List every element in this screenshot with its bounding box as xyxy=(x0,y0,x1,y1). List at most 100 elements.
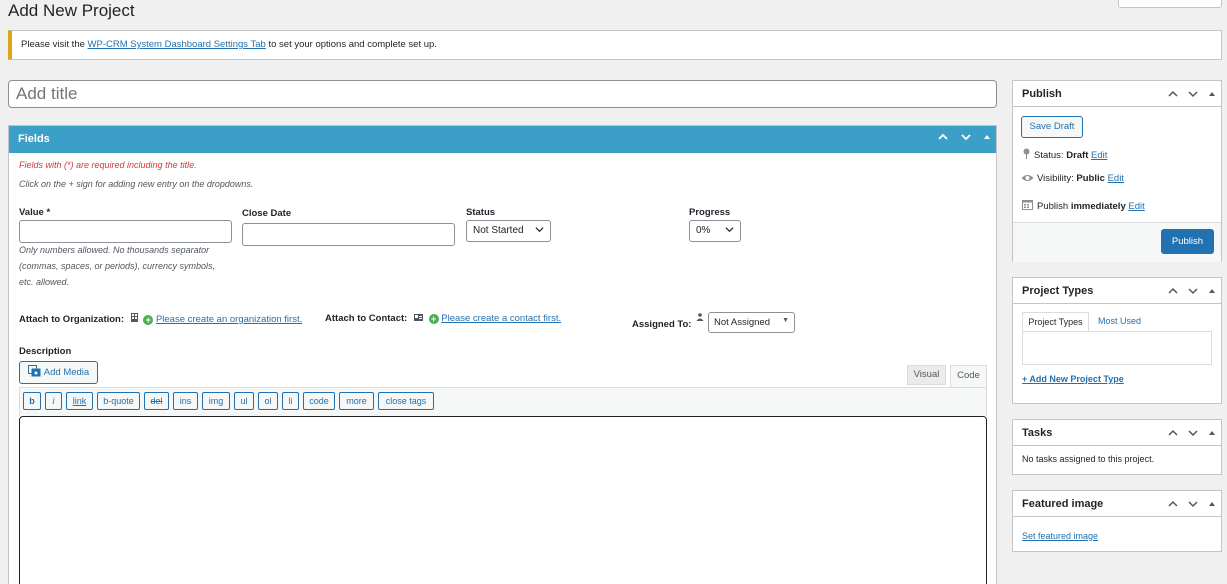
project-types-header[interactable]: Project Types xyxy=(1013,278,1221,304)
quicktag-link[interactable]: link xyxy=(66,392,93,410)
quicktag-italic[interactable]: i xyxy=(45,392,62,410)
notice-prefix: Please visit the xyxy=(21,39,88,50)
settings-tab-link[interactable]: WP-CRM System Dashboard Settings Tab xyxy=(88,39,266,50)
move-up-icon[interactable] xyxy=(1167,88,1179,103)
title-input[interactable] xyxy=(8,80,997,108)
move-up-icon[interactable] xyxy=(937,131,949,146)
contact-card-icon xyxy=(413,313,423,324)
value-label: Value * xyxy=(19,207,51,218)
collapse-icon[interactable] xyxy=(1208,427,1216,442)
tab-code[interactable]: Code xyxy=(950,365,987,387)
assigned-selected-value: Not Assigned xyxy=(714,317,770,328)
project-types-checklist xyxy=(1022,331,1212,365)
add-circle-icon[interactable]: + xyxy=(428,314,439,324)
edit-visibility-link[interactable]: Edit xyxy=(1108,173,1124,184)
publish-time-label: Publish xyxy=(1037,201,1071,212)
calendar-icon xyxy=(1022,200,1033,213)
setup-notice: Please visit the WP-CRM System Dashboard… xyxy=(8,30,1222,60)
tab-code-label: Code xyxy=(957,370,980,381)
quicktags-toolbar: b i link b-quote del ins img ul ol li co… xyxy=(19,387,987,416)
move-down-icon[interactable] xyxy=(1187,88,1199,103)
collapse-icon[interactable] xyxy=(1208,285,1216,300)
edit-status-link[interactable]: Edit xyxy=(1091,150,1107,161)
collapse-icon[interactable] xyxy=(1208,88,1216,103)
quicktag-ol[interactable]: ol xyxy=(258,392,278,410)
eye-icon xyxy=(1021,174,1034,185)
create-organization-link[interactable]: Please create an organization first. xyxy=(156,314,302,325)
status-label: Status xyxy=(466,207,496,218)
add-new-project-type-link[interactable]: + Add New Project Type xyxy=(1022,374,1124,384)
attach-contact-label: Attach to Contact: xyxy=(325,313,408,324)
publish-actions: Publish xyxy=(1013,222,1221,262)
quicktag-ul[interactable]: ul xyxy=(234,392,254,410)
assigned-to-label: Assigned To: xyxy=(632,319,692,330)
no-tasks-text: No tasks assigned to this project. xyxy=(1022,454,1155,464)
quicktag-bold[interactable]: b xyxy=(23,392,41,410)
tab-all-project-types[interactable]: Project Types xyxy=(1022,312,1089,331)
move-down-icon[interactable] xyxy=(1187,498,1199,513)
value-note: Only numbers allowed. No thousands separ… xyxy=(19,242,215,290)
publish-header[interactable]: Publish xyxy=(1013,81,1221,107)
building-icon xyxy=(130,313,138,325)
quicktag-bquote[interactable]: b-quote xyxy=(97,392,140,410)
quicktag-code[interactable]: code xyxy=(303,392,335,410)
move-down-icon[interactable] xyxy=(1187,285,1199,300)
featured-image-header[interactable]: Featured image xyxy=(1013,491,1221,517)
tab-visual[interactable]: Visual xyxy=(907,365,946,385)
chevron-down-icon xyxy=(535,225,544,237)
move-up-icon[interactable] xyxy=(1167,498,1179,513)
assigned-to-select[interactable]: Not Assigned ▼ xyxy=(708,312,795,333)
status-selected-value: Not Started xyxy=(473,225,524,236)
move-down-icon[interactable] xyxy=(960,131,972,146)
move-up-icon[interactable] xyxy=(1167,427,1179,442)
tab-most-used[interactable]: Most Used xyxy=(1098,316,1141,326)
project-types-metabox: Project Types Project Types Most Used + … xyxy=(1012,277,1222,404)
fields-header[interactable]: Fields xyxy=(9,126,996,153)
close-date-input[interactable] xyxy=(242,223,455,246)
value-note-line: Only numbers allowed. No thousands separ… xyxy=(19,245,210,255)
tab-visual-label: Visual xyxy=(913,369,940,380)
quicktag-li[interactable]: li xyxy=(282,392,299,410)
fields-heading: Fields xyxy=(18,133,50,145)
quicktag-close-tags[interactable]: close tags xyxy=(378,392,434,410)
quicktag-img[interactable]: img xyxy=(202,392,230,410)
quicktag-del[interactable]: del xyxy=(144,392,169,410)
description-label: Description xyxy=(19,346,72,357)
status-label: Status: xyxy=(1034,150,1067,161)
collapse-icon[interactable] xyxy=(982,131,992,146)
description-editor[interactable] xyxy=(19,416,987,584)
caret-down-icon: ▼ xyxy=(782,317,789,324)
create-contact-link[interactable]: Please create a contact first. xyxy=(441,313,561,324)
progress-select[interactable]: 0% xyxy=(689,220,741,242)
required-note: Fields with (*) are required including t… xyxy=(19,160,197,170)
progress-label: Progress xyxy=(689,207,731,218)
status-select[interactable]: Not Started xyxy=(466,220,551,242)
quicktag-ins[interactable]: ins xyxy=(173,392,198,410)
tasks-metabox: Tasks No tasks assigned to this project. xyxy=(1012,419,1222,475)
media-icon xyxy=(27,365,41,380)
screen-options-button[interactable] xyxy=(1118,0,1222,8)
set-featured-image-link[interactable]: Set featured image xyxy=(1022,531,1098,541)
publish-button[interactable]: Publish xyxy=(1161,229,1214,254)
move-up-icon[interactable] xyxy=(1167,285,1179,300)
collapse-icon[interactable] xyxy=(1208,498,1216,513)
status-row: Status: Draft Edit xyxy=(1023,148,1107,162)
add-circle-icon[interactable]: + xyxy=(143,315,154,325)
value-input[interactable] xyxy=(19,220,232,243)
featured-image-heading: Featured image xyxy=(1022,498,1104,510)
progress-selected-value: 0% xyxy=(696,225,711,236)
publish-time-row: Publish immediately Edit xyxy=(1022,199,1145,213)
tasks-header[interactable]: Tasks xyxy=(1013,420,1221,446)
visibility-row: Visibility: Public Edit xyxy=(1021,173,1124,185)
page-title: Add New Project xyxy=(8,1,135,20)
move-down-icon[interactable] xyxy=(1187,427,1199,442)
publish-heading: Publish xyxy=(1022,88,1062,100)
visibility-value: Public xyxy=(1076,173,1105,184)
value-note-line: etc. allowed. xyxy=(19,277,70,287)
quicktag-more[interactable]: more xyxy=(339,392,374,410)
publish-metabox: Publish Save Draft Status: Draft Edit Vi… xyxy=(1012,80,1222,262)
edit-publish-time-link[interactable]: Edit xyxy=(1128,201,1144,212)
add-media-button[interactable]: Add Media xyxy=(19,361,98,384)
save-draft-button[interactable]: Save Draft xyxy=(1021,116,1083,138)
visibility-label: Visibility: xyxy=(1037,173,1077,184)
